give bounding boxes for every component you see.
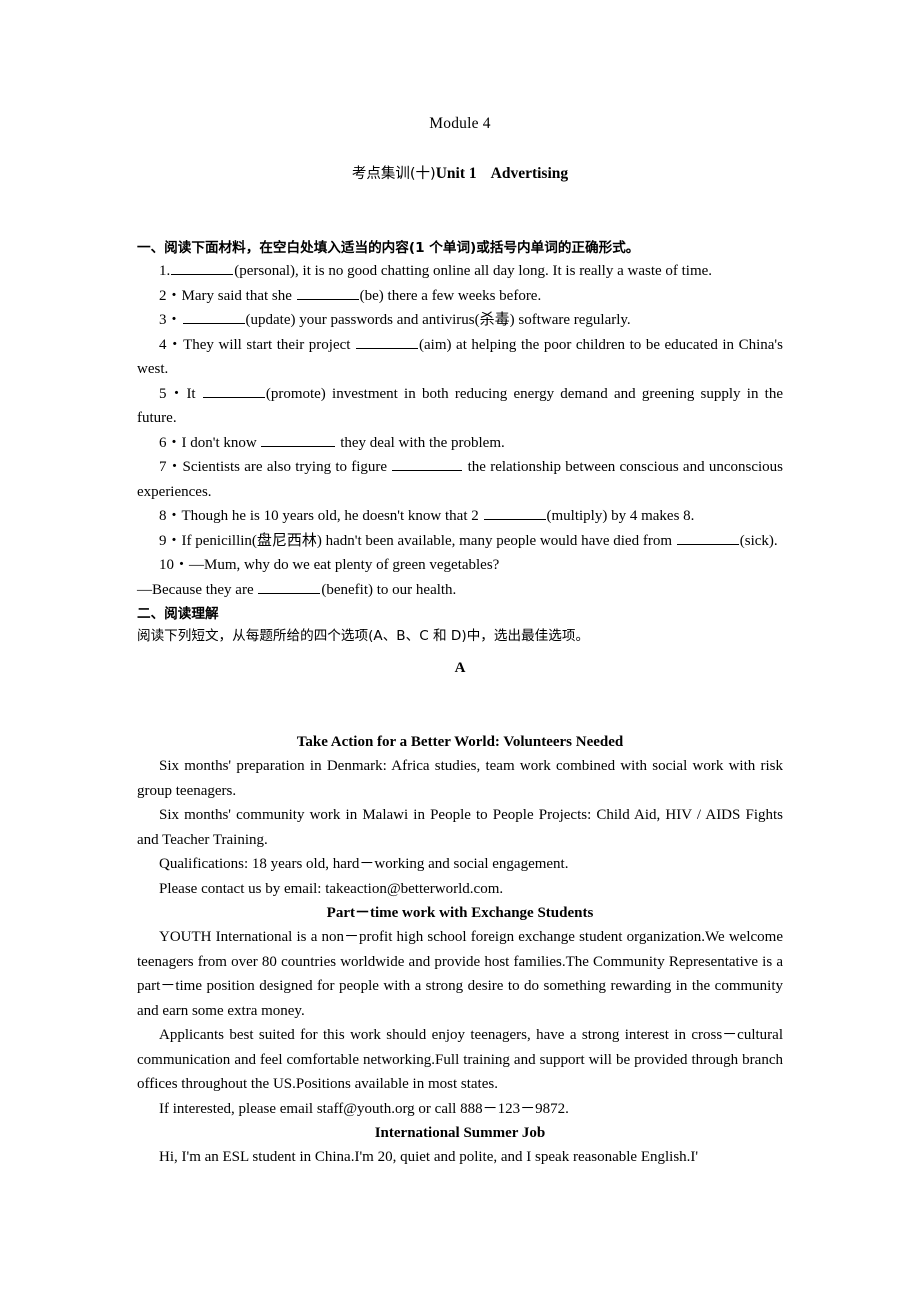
ad-paragraph: Six months' community work in Malawi in … bbox=[137, 807, 783, 848]
ad-title: International Summer Job bbox=[374, 1125, 546, 1141]
answer-blank[interactable] bbox=[356, 335, 418, 349]
exam-title-unit: Unit 1 bbox=[435, 165, 477, 182]
ad-title: Part－time work with Exchange Students bbox=[326, 905, 594, 921]
ad-title: Take Action for a Better World: Voluntee… bbox=[296, 734, 624, 750]
item-text: I don't know bbox=[181, 434, 261, 451]
item-text: (sick). bbox=[739, 532, 778, 549]
fill-blank-item: 4・They will start their project (aim) at… bbox=[137, 333, 783, 382]
item-text: It bbox=[186, 385, 202, 402]
item-number: 1. bbox=[159, 263, 171, 279]
ad-paragraph: Qualifications: 18 years old, hard－worki… bbox=[159, 856, 569, 872]
answer-blank[interactable] bbox=[182, 311, 245, 324]
answer-blank[interactable] bbox=[171, 262, 234, 275]
item-text: (multiply) by 4 makes 8. bbox=[546, 508, 695, 524]
item-text: If penicillin(盘尼西林) hadn't been availabl… bbox=[181, 532, 676, 549]
item-text: (update) your passwords and antivirus(杀毒… bbox=[245, 312, 631, 328]
item-number: 9・ bbox=[159, 532, 182, 549]
ad-paragraph: Six months' preparation in Denmark: Afri… bbox=[137, 758, 783, 799]
fill-blank-item: 9・If penicillin(盘尼西林) hadn't been availa… bbox=[137, 529, 783, 554]
module-title: Module 4 bbox=[429, 115, 491, 132]
item-text: They will start their project bbox=[183, 336, 355, 353]
item-text: Scientists are also trying to figure bbox=[182, 459, 392, 475]
ad-paragraph: If interested, please email staff@youth.… bbox=[159, 1100, 569, 1117]
section-two-heading: 二、阅读理解 bbox=[137, 606, 219, 622]
section-one-heading: 一、阅读下面材料，在空白处填入适当的内容(1 个单词)或括号内单词的正确形式。 bbox=[137, 240, 640, 256]
fill-blank-item: 5・It (promote) investment in both reduci… bbox=[137, 382, 783, 431]
item-text: Mary said that she bbox=[181, 287, 296, 304]
fill-blank-item: 3・ (update) your passwords and antivirus(… bbox=[137, 308, 783, 333]
exam-title-prefix: 考点集训(十) bbox=[351, 166, 436, 182]
ad-paragraph: YOUTH International is a non－profit high… bbox=[137, 929, 783, 1019]
item-number: 3・ bbox=[159, 312, 182, 328]
item-number: 4・ bbox=[159, 336, 184, 353]
document-page: Module 4 考点集训(十)Unit 1 Advertising 一、阅读下面… bbox=[0, 0, 920, 1302]
item-text: (be) there a few weeks before. bbox=[359, 287, 542, 304]
passage-letter: A bbox=[454, 660, 466, 676]
exam-title-topic: Advertising bbox=[490, 165, 569, 182]
answer-blank[interactable] bbox=[483, 507, 546, 520]
answer-blank[interactable] bbox=[392, 458, 463, 471]
fill-blank-item: 7・Scientists are also trying to figure t… bbox=[137, 455, 783, 504]
answer-blank[interactable] bbox=[261, 433, 336, 447]
answer-blank[interactable] bbox=[296, 286, 359, 300]
item-number: 5・ bbox=[159, 385, 187, 402]
fill-blank-item-answer: —Because they are (benefit) to our healt… bbox=[137, 578, 783, 603]
ad-paragraph: Hi, I'm an ESL student in China.I'm 20, … bbox=[159, 1149, 699, 1165]
item-number: 10・ bbox=[159, 557, 190, 573]
item-number: 7・ bbox=[159, 459, 183, 475]
item-answer-tail: (benefit) to our health. bbox=[321, 581, 457, 598]
answer-blank[interactable] bbox=[676, 531, 739, 545]
page-content: Module 4 考点集训(十)Unit 1 Advertising 一、阅读下面… bbox=[137, 0, 783, 1170]
item-answer-lead: —Because they are bbox=[137, 581, 258, 598]
item-number: 6・ bbox=[159, 434, 182, 451]
fill-blank-item: 1. (personal), it is no good chatting onl… bbox=[137, 259, 783, 284]
item-text: Though he is 10 years old, he doesn't kn… bbox=[181, 508, 483, 524]
item-text: they deal with the problem. bbox=[336, 434, 505, 451]
fill-blank-item: 2・Mary said that she (be) there a few we… bbox=[137, 284, 783, 309]
exam-unit-title: 考点集训(十)Unit 1 Advertising bbox=[137, 164, 783, 184]
answer-blank[interactable] bbox=[202, 384, 265, 398]
item-text: —Mum, why do we eat plenty of green vege… bbox=[189, 557, 500, 573]
ad-paragraph: Applicants best suited for this work sho… bbox=[137, 1027, 783, 1092]
fill-blank-item: 10・—Mum, why do we eat plenty of green v… bbox=[137, 553, 783, 578]
item-text: (personal), it is no good chatting onlin… bbox=[234, 263, 713, 279]
fill-blank-item: 6・I don't know they deal with the proble… bbox=[137, 431, 783, 456]
fill-blank-item: 8・Though he is 10 years old, he doesn't … bbox=[137, 504, 783, 529]
answer-blank[interactable] bbox=[258, 580, 321, 594]
section-two-subheading: 阅读下列短文，从每题所给的四个选项(A、B、C 和 D)中，选出最佳选项。 bbox=[137, 628, 590, 644]
item-number: 8・ bbox=[159, 508, 182, 524]
ad-paragraph: Please contact us by email: takeaction@b… bbox=[159, 880, 504, 897]
item-number: 2・ bbox=[159, 287, 182, 304]
